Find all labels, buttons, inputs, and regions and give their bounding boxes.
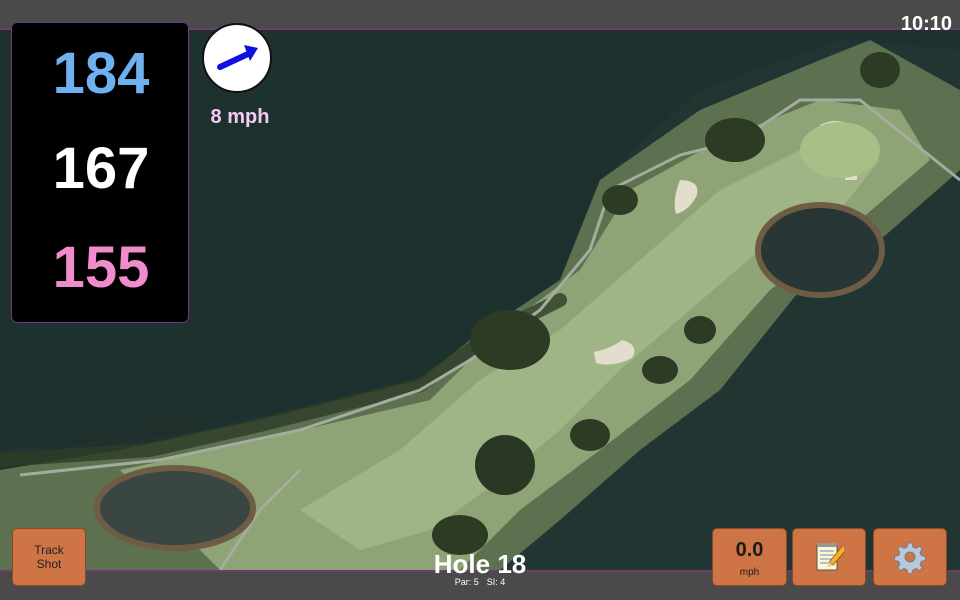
speed-value: 0.0 (735, 539, 764, 561)
distance-front-of-green: 155 (52, 235, 150, 300)
notes-button[interactable] (792, 528, 866, 586)
hole-par: Par: 5 (454, 577, 479, 587)
wind-indicator[interactable] (202, 23, 272, 93)
wind-speed-label: 8 mph (210, 106, 270, 128)
distance-back-of-green: 184 (52, 41, 150, 106)
speed-unit: mph (739, 567, 760, 578)
speed-button[interactable]: 0.0 mph (712, 528, 787, 586)
settings-button[interactable] (873, 528, 947, 586)
wind-direction-arrow-icon (217, 45, 258, 70)
distance-panel: 184 167 155 (11, 22, 189, 323)
track-shot-button[interactable]: Track Shot (12, 528, 86, 586)
track-shot-label-line2: Shot (36, 557, 62, 571)
hole-stroke-index: SI: 4 (486, 577, 506, 587)
clock-time: 10:10 (900, 13, 952, 35)
hole-title: Hole 18 (433, 549, 527, 579)
gear-icon (894, 542, 926, 573)
distance-middle-of-green: 167 (52, 136, 150, 201)
track-shot-label-line1: Track (34, 543, 64, 557)
hole-meta: Par: 5 SI: 4 (380, 577, 580, 587)
notepad-icon (816, 543, 844, 571)
